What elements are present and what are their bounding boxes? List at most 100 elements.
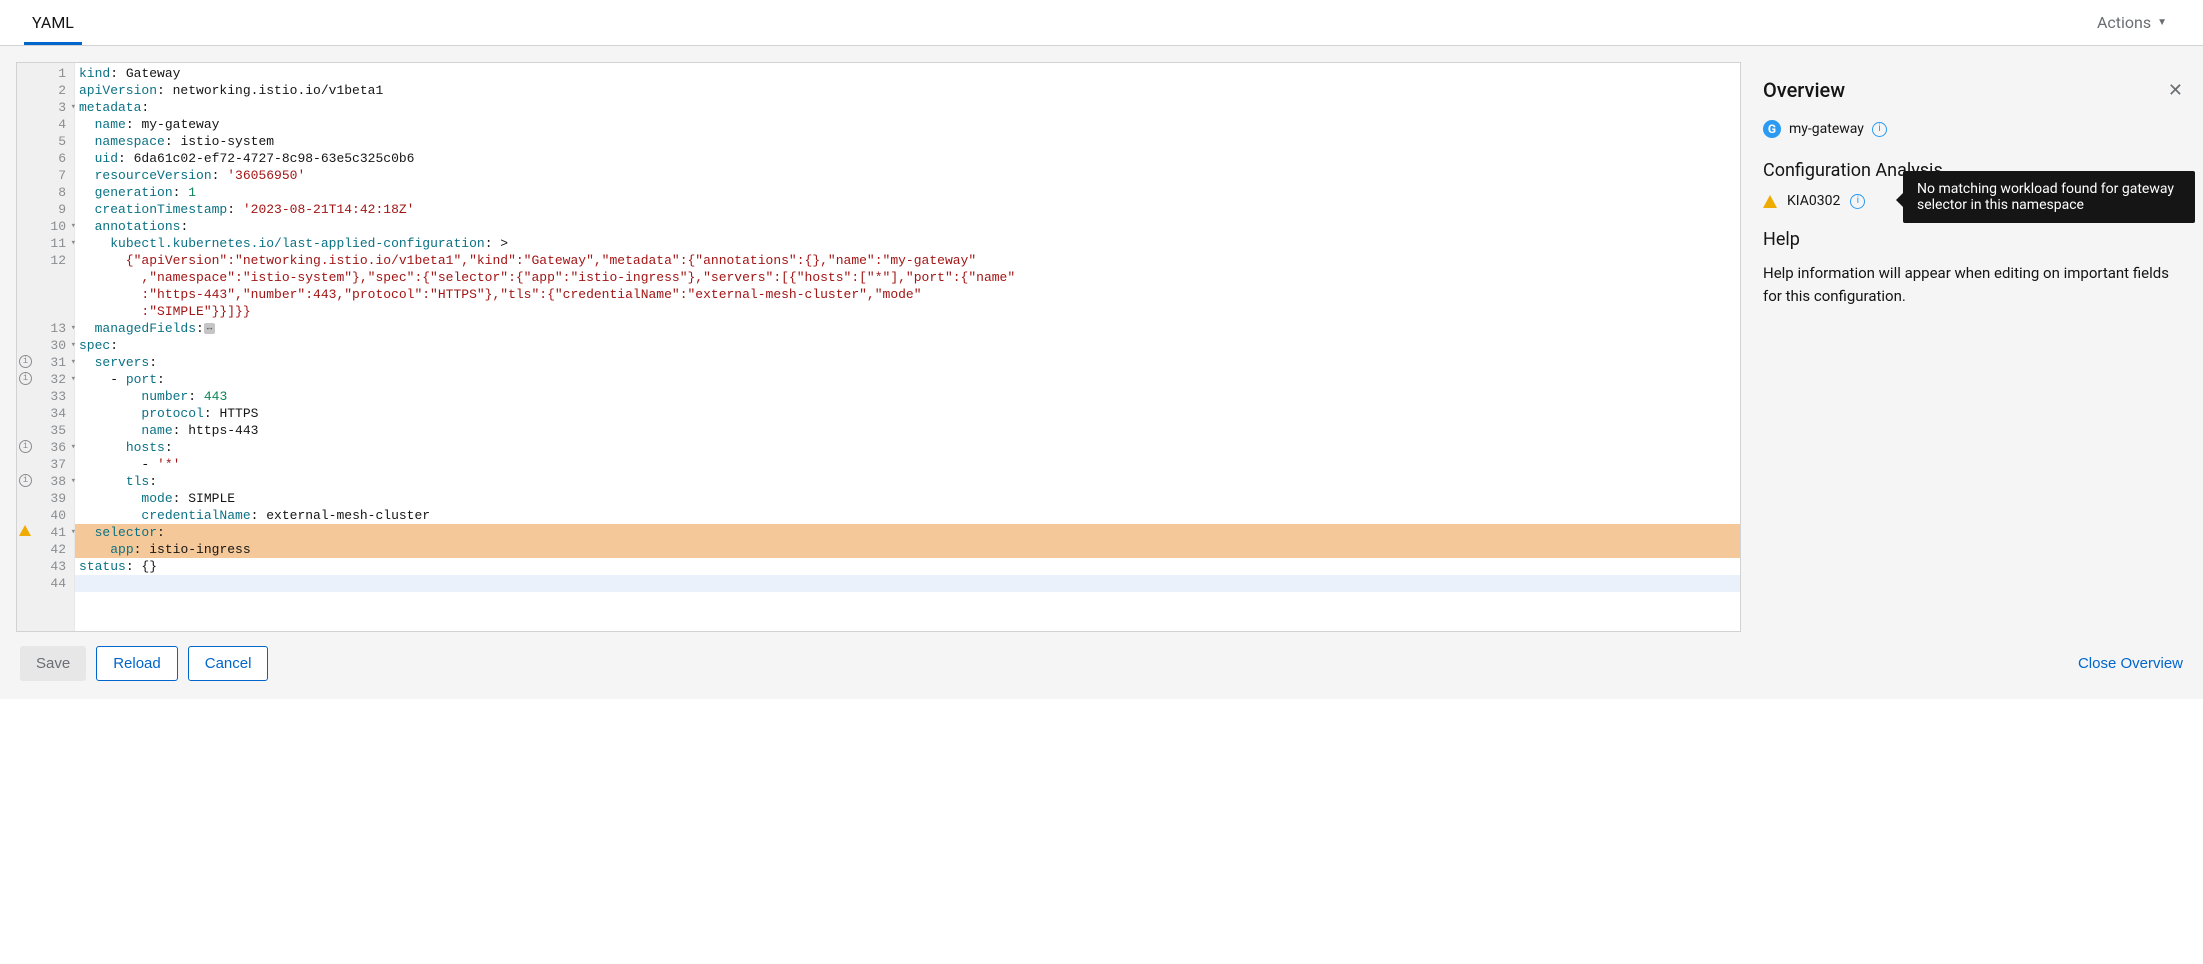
info-marker-icon[interactable]: i (19, 474, 32, 487)
code-line[interactable]: metadata: (75, 99, 1740, 116)
gutter-line: 1 (17, 65, 74, 82)
gutter-line: 39 (17, 490, 74, 507)
fold-toggle-icon[interactable]: ▾ (71, 337, 76, 354)
help-text: Help information will appear when editin… (1763, 262, 2183, 307)
gutter-line: 40 (17, 507, 74, 524)
code-line[interactable]: protocol: HTTPS (75, 405, 1740, 422)
gutter-line: 5 (17, 133, 74, 150)
code-line[interactable]: servers: (75, 354, 1740, 371)
fold-toggle-icon[interactable]: ▾ (71, 99, 76, 116)
actions-menu[interactable]: Actions ▼ (2085, 7, 2179, 38)
code-line[interactable]: annotations: (75, 218, 1740, 235)
warning-icon (1763, 195, 1777, 208)
gutter-line: 6 (17, 150, 74, 167)
info-icon[interactable]: i (1850, 194, 1865, 209)
gutter-line: 12 (17, 252, 74, 269)
gutter-line: 37 (17, 456, 74, 473)
info-marker-icon[interactable]: i (19, 440, 32, 453)
gutter-line: 38▾i (17, 473, 74, 490)
code-line[interactable]: - '*' (75, 456, 1740, 473)
reload-button[interactable]: Reload (96, 646, 178, 681)
cancel-button[interactable]: Cancel (188, 646, 269, 681)
gutter-line: 10▾ (17, 218, 74, 235)
gutter-line: 44 (17, 575, 74, 592)
gutter-line: 13▾ (17, 320, 74, 337)
fold-toggle-icon[interactable]: ▾ (71, 524, 76, 541)
gutter-line: 11▾ (17, 235, 74, 252)
gutter-line: 33 (17, 388, 74, 405)
fold-toggle-icon[interactable]: ▾ (71, 235, 76, 252)
code-line[interactable] (75, 575, 1740, 592)
close-overview-button[interactable]: Close Overview (2078, 655, 2183, 672)
actions-label: Actions (2097, 13, 2151, 32)
code-line[interactable]: managedFields:↔ (75, 320, 1740, 337)
overview-panel: Overview ✕ G my-gateway i Configuration … (1757, 62, 2187, 632)
code-line[interactable]: resourceVersion: '36056950' (75, 167, 1740, 184)
code-line[interactable]: spec: (75, 337, 1740, 354)
fold-toggle-icon[interactable]: ▾ (71, 371, 76, 388)
gutter-line: 9 (17, 201, 74, 218)
code-line[interactable]: namespace: istio-system (75, 133, 1740, 150)
code-line[interactable]: apiVersion: networking.istio.io/v1beta1 (75, 82, 1740, 99)
fold-toggle-icon[interactable]: ▾ (71, 218, 76, 235)
gutter-line: 35 (17, 422, 74, 439)
code-line[interactable]: app: istio-ingress (75, 541, 1740, 558)
code-line[interactable]: tls: (75, 473, 1740, 490)
fold-toggle-icon[interactable]: ▾ (71, 473, 76, 490)
fold-toggle-icon[interactable]: ▾ (71, 439, 76, 456)
save-button[interactable]: Save (20, 646, 86, 681)
code-line[interactable]: creationTimestamp: '2023-08-21T14:42:18Z… (75, 201, 1740, 218)
code-line[interactable]: selector: (75, 524, 1740, 541)
code-line[interactable]: :"https-443","number":443,"protocol":"HT… (75, 286, 1740, 303)
code-line[interactable]: name: my-gateway (75, 116, 1740, 133)
info-marker-icon[interactable]: i (19, 372, 32, 385)
gutter-line: 4 (17, 116, 74, 133)
code-line[interactable]: mode: SIMPLE (75, 490, 1740, 507)
gutter-line: 32▾i (17, 371, 74, 388)
code-line[interactable]: generation: 1 (75, 184, 1740, 201)
chevron-down-icon: ▼ (2157, 17, 2167, 28)
gutter-line: 36▾i (17, 439, 74, 456)
code-line[interactable]: uid: 6da61c02-ef72-4727-8c98-63e5c325c0b… (75, 150, 1740, 167)
analysis-tooltip: No matching workload found for gateway s… (1903, 171, 2195, 223)
yaml-editor[interactable]: 123▾45678910▾11▾1213▾30▾31▾i32▾i33343536… (16, 62, 1741, 632)
code-line[interactable]: kind: Gateway (75, 65, 1740, 82)
code-line[interactable]: kubectl.kubernetes.io/last-applied-confi… (75, 235, 1740, 252)
code-line[interactable]: number: 443 (75, 388, 1740, 405)
gutter-line: 3▾ (17, 99, 74, 116)
code-line[interactable]: ,"namespace":"istio-system"},"spec":{"se… (75, 269, 1740, 286)
info-icon[interactable]: i (1872, 122, 1887, 137)
gutter-line: 42 (17, 541, 74, 558)
code-line[interactable]: name: https-443 (75, 422, 1740, 439)
gutter-line: 34 (17, 405, 74, 422)
help-title: Help (1763, 229, 2183, 250)
gutter-line (17, 303, 74, 320)
gutter-line: 2 (17, 82, 74, 99)
overview-title: Overview (1763, 78, 1845, 102)
code-line[interactable]: {"apiVersion":"networking.istio.io/v1bet… (75, 252, 1740, 269)
gutter-line: 43 (17, 558, 74, 575)
gutter-line: 41▾ (17, 524, 74, 541)
fold-toggle-icon[interactable]: ▾ (71, 320, 76, 337)
warning-marker-icon[interactable] (19, 525, 31, 536)
code-line[interactable]: credentialName: external-mesh-cluster (75, 507, 1740, 524)
gutter-line (17, 286, 74, 303)
code-line[interactable]: hosts: (75, 439, 1740, 456)
analysis-code: KIA0302 (1787, 193, 1840, 209)
editor-code[interactable]: kind: GatewayapiVersion: networking.isti… (75, 63, 1740, 631)
fold-toggle-icon[interactable]: ▾ (71, 354, 76, 371)
gateway-badge-icon: G (1763, 120, 1781, 138)
collapsed-indicator-icon[interactable]: ↔ (204, 323, 215, 334)
gutter-line: 7 (17, 167, 74, 184)
code-line[interactable]: - port: (75, 371, 1740, 388)
gutter-line: 8 (17, 184, 74, 201)
close-icon[interactable]: ✕ (2168, 80, 2183, 101)
gutter-line: 30▾ (17, 337, 74, 354)
gutter-line: 31▾i (17, 354, 74, 371)
resource-name: my-gateway (1789, 121, 1864, 137)
editor-gutter: 123▾45678910▾11▾1213▾30▾31▾i32▾i33343536… (17, 63, 75, 631)
info-marker-icon[interactable]: i (19, 355, 32, 368)
tab-yaml[interactable]: YAML (24, 1, 82, 45)
code-line[interactable]: status: {} (75, 558, 1740, 575)
code-line[interactable]: :"SIMPLE"}}]}} (75, 303, 1740, 320)
